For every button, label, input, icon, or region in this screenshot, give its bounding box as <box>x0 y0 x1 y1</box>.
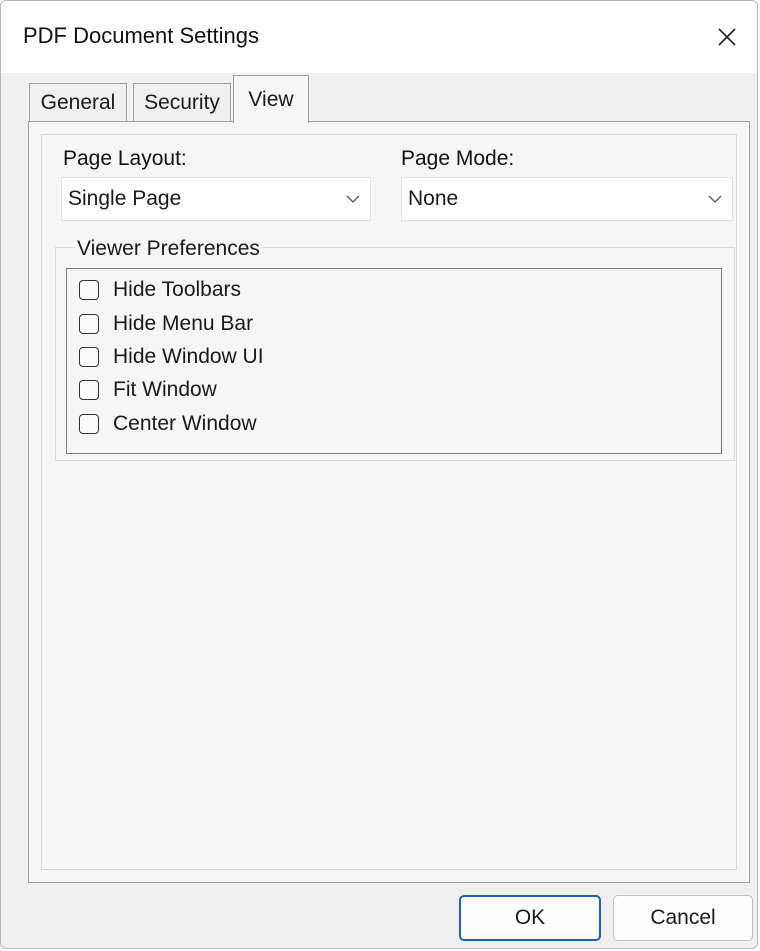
checkbox-label: Center Window <box>113 412 257 435</box>
hide-toolbars-checkbox[interactable]: Hide Toolbars <box>79 275 241 305</box>
ok-button[interactable]: OK <box>459 895 601 941</box>
checkbox-box <box>79 280 99 300</box>
hide-window-ui-checkbox[interactable]: Hide Window UI <box>79 342 264 372</box>
page-mode-value: None <box>408 187 459 210</box>
checkbox-box <box>79 314 99 334</box>
fit-window-checkbox[interactable]: Fit Window <box>79 375 217 405</box>
page-layout-select[interactable]: Single Page <box>61 177 371 221</box>
page-layout-value: Single Page <box>68 187 182 210</box>
pdf-settings-dialog: PDF Document Settings General Security V… <box>0 0 758 949</box>
close-button[interactable] <box>697 1 757 73</box>
viewer-preferences-title: Viewer Preferences <box>75 237 262 261</box>
chevron-down-icon <box>336 177 370 221</box>
close-icon <box>718 28 736 46</box>
tab-view[interactable]: View <box>233 75 309 123</box>
view-tab-panel <box>28 121 750 883</box>
checkbox-box <box>79 347 99 367</box>
tab-security[interactable]: Security <box>133 83 231 121</box>
checkbox-label: Hide Toolbars <box>113 278 242 301</box>
viewer-preferences-list: Hide Toolbars Hide Menu Bar Hide Window … <box>66 268 722 454</box>
checkbox-box <box>79 414 99 434</box>
title-bar: PDF Document Settings <box>1 1 757 73</box>
dialog-title: PDF Document Settings <box>23 23 259 48</box>
ok-button-label: OK <box>514 906 546 929</box>
hide-menu-bar-checkbox[interactable]: Hide Menu Bar <box>79 309 253 339</box>
page-layout-label: Page Layout: <box>63 147 187 170</box>
tab-label: View <box>248 87 294 111</box>
cancel-button-label: Cancel <box>650 906 716 929</box>
tab-label: Security <box>144 90 220 114</box>
checkbox-label: Hide Menu Bar <box>113 312 254 335</box>
cancel-button[interactable]: Cancel <box>613 895 753 941</box>
checkbox-label: Fit Window <box>113 378 217 401</box>
page-mode-label: Page Mode: <box>401 147 515 170</box>
page-mode-select[interactable]: None <box>401 177 733 221</box>
tab-label: General <box>40 90 116 114</box>
checkbox-box <box>79 380 99 400</box>
center-window-checkbox[interactable]: Center Window <box>79 409 257 439</box>
chevron-down-icon <box>698 177 732 221</box>
checkbox-label: Hide Window UI <box>113 345 264 368</box>
tab-general[interactable]: General <box>29 83 127 121</box>
